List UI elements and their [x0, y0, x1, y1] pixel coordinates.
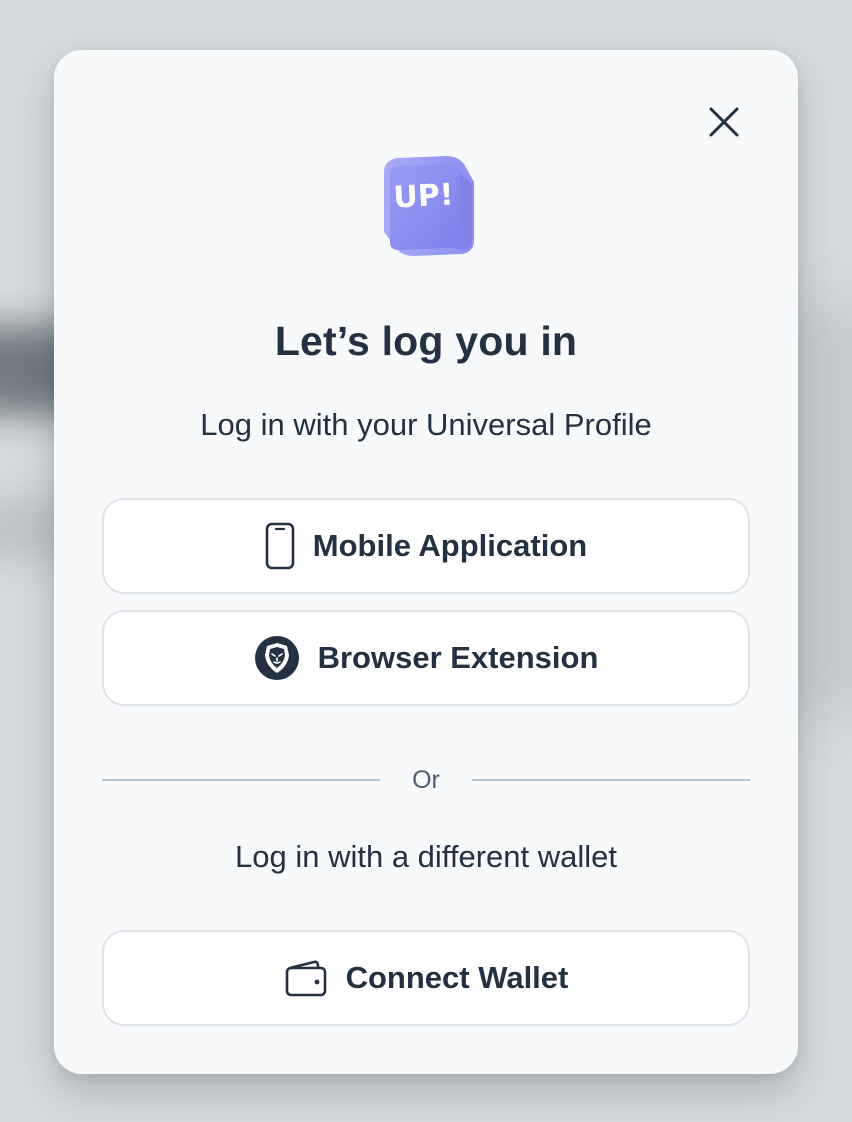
- browser-extension-button[interactable]: Browser Extension: [102, 610, 750, 706]
- close-button[interactable]: [706, 104, 742, 140]
- connect-wallet-button[interactable]: Connect Wallet: [102, 930, 750, 1026]
- mobile-application-button[interactable]: Mobile Application: [102, 498, 750, 594]
- lion-shield-icon: [254, 635, 300, 681]
- page-title: Let’s log you in: [274, 318, 578, 364]
- login-modal: UP! Let’s log you in Log in with your Un…: [54, 50, 798, 1074]
- wallet-icon: [284, 958, 328, 998]
- divider-or-text: Or: [412, 766, 440, 794]
- alternative-wallet-text: Log in with a different wallet: [235, 839, 617, 874]
- browser-extension-label: Browser Extension: [317, 640, 599, 675]
- up-logo: UP!: [384, 156, 474, 256]
- divider-line: [472, 779, 750, 781]
- divider-line: [102, 779, 380, 781]
- close-icon: [709, 107, 739, 137]
- mobile-application-label: Mobile Application: [312, 528, 588, 563]
- connect-wallet-label: Connect Wallet: [345, 960, 569, 995]
- subtitle: Log in with your Universal Profile: [200, 407, 652, 442]
- logo-text: UP!: [393, 177, 455, 215]
- phone-icon: [265, 522, 295, 570]
